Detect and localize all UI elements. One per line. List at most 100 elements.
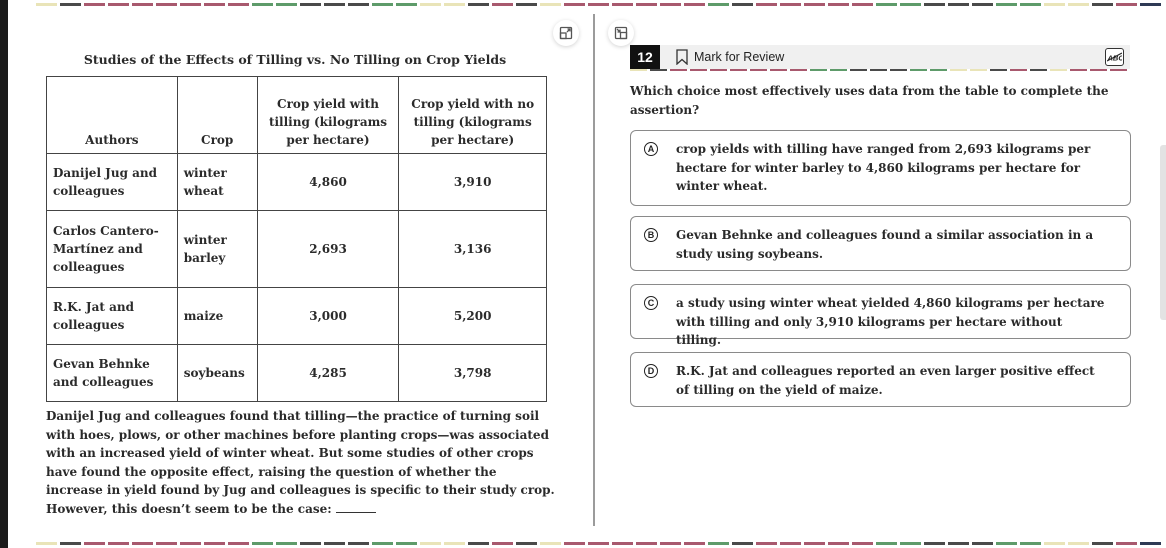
mark-for-review-button[interactable]: Mark for Review	[676, 49, 784, 65]
dash-segment	[972, 3, 993, 6]
dash-segment	[1020, 542, 1041, 545]
cell-yield-no-tilling: 3,136	[398, 210, 547, 288]
choice-letter-a: A	[644, 142, 658, 156]
header-yield-tilling: Crop yield with tilling (kilograms per h…	[256, 76, 400, 154]
dash-segment	[970, 69, 987, 71]
dash-segment	[324, 542, 345, 545]
dash-segment	[828, 542, 849, 545]
table-row: R.K. Jat and colleagues maize 3,000 5,20…	[46, 287, 547, 345]
bottom-dashed-border	[36, 542, 1166, 545]
dash-segment	[228, 542, 249, 545]
dash-segment	[876, 542, 897, 545]
expand-passage-button[interactable]	[553, 20, 579, 46]
answer-choice-d[interactable]: D R.K. Jat and colleagues reported an ev…	[630, 352, 1131, 407]
dash-segment	[1110, 69, 1127, 71]
dash-segment	[948, 3, 969, 6]
dash-segment	[108, 3, 129, 6]
scrollbar[interactable]	[1160, 145, 1166, 320]
header-crop: Crop	[176, 76, 258, 154]
dash-segment	[730, 69, 747, 71]
cell-yield-tilling: 2,693	[256, 210, 400, 288]
table-header-row: Authors Crop Crop yield with tilling (ki…	[46, 76, 547, 154]
choice-text-b: Gevan Behnke and colleagues found a simi…	[676, 228, 1094, 261]
dash-segment	[804, 3, 825, 6]
dash-segment	[790, 69, 807, 71]
dash-segment	[684, 3, 705, 6]
dash-segment	[900, 542, 921, 545]
table-row: Danijel Jug and colleagues winter wheat …	[46, 153, 547, 211]
dash-segment	[876, 3, 897, 6]
answer-eliminator-button[interactable]: ABC	[1105, 48, 1124, 66]
cell-crop: maize	[176, 287, 258, 345]
dash-segment	[780, 3, 801, 6]
dash-segment	[324, 3, 345, 6]
dash-segment	[204, 3, 225, 6]
dash-segment	[990, 69, 1007, 71]
dash-segment	[756, 3, 777, 6]
collapse-question-button[interactable]	[608, 20, 634, 46]
dash-segment	[890, 69, 907, 71]
top-dashed-border	[36, 3, 1166, 6]
dash-segment	[468, 3, 489, 6]
dash-segment	[690, 69, 707, 71]
dash-segment	[276, 542, 297, 545]
dash-segment	[750, 69, 767, 71]
dash-segment	[1116, 542, 1137, 545]
dash-segment	[372, 3, 393, 6]
dash-segment	[396, 542, 417, 545]
dash-segment	[1020, 3, 1041, 6]
dash-segment	[870, 69, 887, 71]
dash-segment	[36, 542, 57, 545]
collapse-icon	[614, 26, 628, 40]
dash-segment	[156, 3, 177, 6]
dash-segment	[588, 3, 609, 6]
cell-yield-tilling: 4,860	[256, 153, 400, 211]
dash-segment	[732, 3, 753, 6]
cell-authors: Carlos Cantero-Martínez and colleagues	[46, 210, 178, 288]
dash-segment	[612, 542, 633, 545]
answer-choice-c[interactable]: C a study using winter wheat yielded 4,8…	[630, 284, 1131, 347]
abc-strikethrough-icon: ABC	[1107, 52, 1122, 62]
dash-segment	[60, 542, 81, 545]
answer-choice-b[interactable]: B Gevan Behnke and colleagues found a si…	[630, 216, 1131, 271]
passage-body: Danijel Jug and colleagues found that ti…	[46, 409, 555, 516]
dash-segment	[1092, 542, 1113, 545]
cell-yield-no-tilling: 5,200	[398, 287, 547, 345]
dash-segment	[348, 3, 369, 6]
dash-segment	[930, 69, 947, 71]
dash-segment	[972, 542, 993, 545]
cell-crop: winter barley	[176, 210, 258, 288]
dash-segment	[650, 69, 667, 71]
cell-yield-tilling: 3,000	[256, 287, 400, 345]
dash-segment	[564, 3, 585, 6]
dash-segment	[420, 3, 441, 6]
dash-segment	[180, 3, 201, 6]
question-number: 12	[630, 45, 660, 69]
question-header: 12 Mark for Review ABC	[630, 45, 1130, 69]
dash-segment	[732, 542, 753, 545]
cell-yield-no-tilling: 3,798	[398, 344, 547, 402]
dash-segment	[300, 3, 321, 6]
expand-icon	[559, 26, 573, 40]
dash-segment	[156, 542, 177, 545]
answer-blank	[335, 501, 376, 513]
dash-segment	[1030, 69, 1047, 71]
dash-segment	[420, 542, 441, 545]
pane-divider[interactable]	[593, 14, 595, 526]
choice-letter-d: D	[644, 364, 658, 378]
dash-segment	[1044, 542, 1065, 545]
dash-segment	[684, 542, 705, 545]
dash-segment	[252, 542, 273, 545]
answer-choice-a[interactable]: A crop yields with tilling have ranged f…	[630, 130, 1131, 206]
dash-segment	[810, 69, 827, 71]
crop-yield-table: Authors Crop Crop yield with tilling (ki…	[46, 76, 547, 402]
question-prompt: Which choice most effectively uses data …	[630, 84, 1109, 117]
dash-segment	[1070, 69, 1087, 71]
header-authors: Authors	[46, 76, 178, 154]
dash-segment	[1068, 3, 1089, 6]
dash-segment	[770, 69, 787, 71]
dash-segment	[108, 542, 129, 545]
dash-segment	[228, 3, 249, 6]
choice-letter-c: C	[644, 296, 658, 310]
cell-crop: winter wheat	[176, 153, 258, 211]
